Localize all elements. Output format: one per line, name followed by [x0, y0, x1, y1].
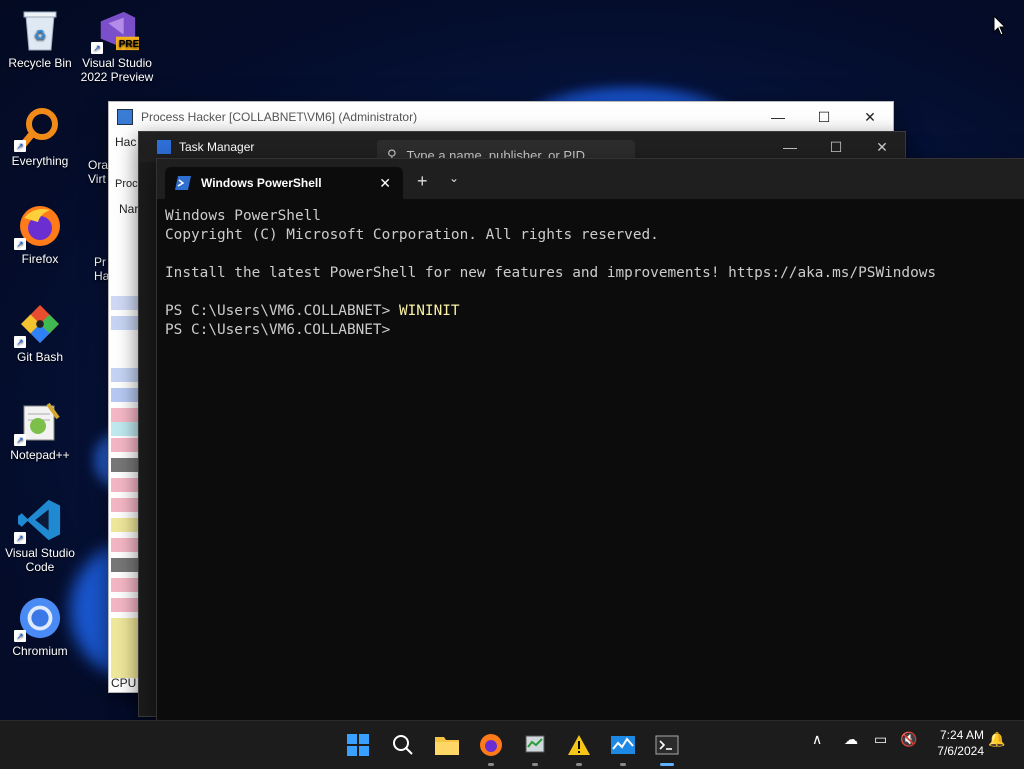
shortcut-arrow-icon: ↗ — [14, 336, 26, 348]
desktop-icon-label: Git Bash — [16, 350, 64, 364]
vscode-icon: ↗ — [14, 498, 62, 544]
desktop-icon-label: Everything — [11, 154, 69, 168]
shortcut-arrow-icon: ↗ — [14, 140, 26, 152]
folder-icon — [435, 737, 459, 755]
shortcut-arrow-icon: ↗ — [14, 434, 26, 446]
firefox-icon — [480, 734, 502, 756]
process-hacker-app-icon — [117, 109, 133, 125]
desktop-icon-recycle-bin[interactable]: ♻ Recycle Bin — [0, 8, 80, 70]
svg-text:♻: ♻ — [34, 27, 47, 43]
taskbar-firefox[interactable] — [475, 729, 507, 766]
window-title: Task Manager — [179, 140, 255, 154]
task-manager-nav-pane — [139, 162, 157, 716]
prompt: PS C:\Users\VM6.COLLABNET> — [165, 303, 399, 319]
taskbar-process-hacker[interactable] — [519, 729, 551, 766]
desktop-icon-label: Visual Studio Code — [5, 546, 75, 574]
close-tab-icon[interactable]: ✕ — [379, 175, 391, 192]
process-hacker-titlebar[interactable]: Process Hacker [COLLABNET\VM6] (Administ… — [109, 102, 893, 132]
column-header-name[interactable]: Nar — [119, 202, 138, 216]
console-prompt-line: PS C:\Users\VM6.COLLABNET> WININIT — [165, 302, 1017, 321]
minimize-button[interactable]: — — [755, 102, 801, 132]
shortcut-arrow-icon: ↗ — [14, 532, 26, 544]
git-bash-icon: ↗ — [14, 302, 62, 348]
command-text: WININIT — [398, 303, 460, 319]
powershell-terminal-window[interactable]: Windows PowerShell ✕ + ⌄ Windows PowerSh… — [156, 158, 1024, 722]
terminal-tab-bar: Windows PowerShell ✕ + ⌄ — [157, 159, 1024, 199]
powershell-icon — [175, 176, 191, 190]
search-icon — [393, 735, 413, 755]
console-line: Install the latest PowerShell for new fe… — [165, 265, 937, 281]
console-line: Copyright (C) Microsoft Corporation. All… — [165, 227, 659, 243]
desktop-icon-visual-studio-preview[interactable]: PRE ↗ Visual Studio 2022 Preview — [77, 8, 157, 84]
taskbar-task-manager[interactable] — [607, 729, 639, 766]
menu-item-hacker[interactable]: Hac — [115, 135, 136, 149]
desktop-icon-label: Notepad++ — [10, 448, 70, 462]
tab-dropdown-chevron-icon[interactable]: ⌄ — [449, 171, 459, 185]
shortcut-arrow-icon: ↗ — [91, 42, 103, 54]
shortcut-arrow-icon: ↗ — [14, 238, 26, 250]
taskbar: ∧ ☁ ▭ 🔇 7:24 AM 7/6/2024 🔔 — [0, 720, 1024, 769]
warning-icon — [568, 735, 590, 755]
tab-label: Windows PowerShell — [201, 176, 322, 190]
taskbar-file-explorer[interactable] — [431, 729, 463, 761]
notification-bell-icon[interactable]: 🔔 — [988, 731, 1005, 748]
console-line: Windows PowerShell — [165, 208, 321, 224]
display-icon[interactable]: ▭ — [874, 731, 887, 748]
windows-start-icon — [347, 734, 369, 756]
status-bar-cpu: CPU — [111, 676, 137, 690]
clock-date: 7/6/2024 — [937, 744, 984, 758]
network-disconnected-icon[interactable]: ☁ — [844, 731, 858, 748]
everything-search-icon: ↗ — [14, 106, 62, 152]
running-indicator — [620, 763, 626, 766]
shortcut-arrow-icon: ↗ — [14, 630, 26, 642]
console-prompt-line: PS C:\Users\VM6.COLLABNET> — [165, 321, 1017, 340]
desktop-icon-label: Visual Studio 2022 Preview — [80, 56, 154, 84]
taskbar-warning-app[interactable] — [563, 729, 595, 766]
desktop-icon-label-partial: Ora Virt — [88, 158, 109, 186]
maximize-button[interactable]: ☐ — [801, 102, 847, 132]
taskbar-terminal[interactable] — [651, 729, 683, 766]
process-hacker-icon — [525, 735, 545, 753]
volume-muted-icon[interactable]: 🔇 — [900, 731, 917, 748]
visual-studio-icon: PRE ↗ — [91, 8, 140, 54]
desktop-icon-notepad-plus-plus[interactable]: ↗ Notepad++ — [0, 400, 80, 462]
task-manager-app-icon — [157, 140, 171, 154]
active-indicator — [660, 763, 674, 766]
running-indicator — [576, 763, 582, 766]
preview-badge: PRE — [118, 39, 140, 50]
system-clock[interactable]: 7:24 AM 7/6/2024 — [937, 727, 984, 759]
terminal-icon — [655, 735, 679, 755]
console-output[interactable]: Windows PowerShell Copyright (C) Microsof… — [165, 207, 1017, 721]
close-button[interactable]: ✕ — [847, 102, 893, 132]
firefox-icon: ↗ — [14, 204, 62, 250]
new-tab-plus-icon[interactable]: + — [417, 171, 428, 192]
desktop-icon-chromium[interactable]: ↗ Chromium — [0, 596, 80, 658]
desktop-icon-firefox[interactable]: ↗ Firefox — [0, 204, 80, 266]
tab-windows-powershell[interactable]: Windows PowerShell ✕ — [165, 167, 403, 199]
show-hidden-icons-chevron-icon[interactable]: ∧ — [812, 731, 822, 748]
task-manager-icon — [611, 736, 635, 754]
start-button[interactable] — [342, 729, 374, 761]
running-indicator — [532, 763, 538, 766]
notepad-plus-plus-icon: ↗ — [14, 400, 62, 446]
search-button[interactable] — [387, 729, 419, 761]
tab-processes[interactable]: Proc — [115, 178, 138, 190]
prompt: PS C:\Users\VM6.COLLABNET> — [165, 322, 399, 338]
desktop-icon-vscode[interactable]: ↗ Visual Studio Code — [0, 498, 80, 574]
desktop-icon-label: Firefox — [21, 252, 59, 266]
running-indicator — [488, 763, 494, 766]
clock-time: 7:24 AM — [939, 728, 984, 742]
desktop-icon-git-bash[interactable]: ↗ Git Bash — [0, 302, 80, 364]
window-title: Process Hacker [COLLABNET\VM6] (Administ… — [141, 110, 418, 124]
desktop-icon-everything[interactable]: ↗ Everything — [0, 106, 80, 168]
desktop-icon-label: Recycle Bin — [8, 56, 72, 70]
recycle-bin-icon: ♻ — [18, 8, 62, 52]
chromium-icon: ↗ — [14, 596, 62, 642]
desktop-icon-label: Chromium — [12, 644, 68, 658]
mouse-cursor-icon — [993, 15, 1007, 36]
